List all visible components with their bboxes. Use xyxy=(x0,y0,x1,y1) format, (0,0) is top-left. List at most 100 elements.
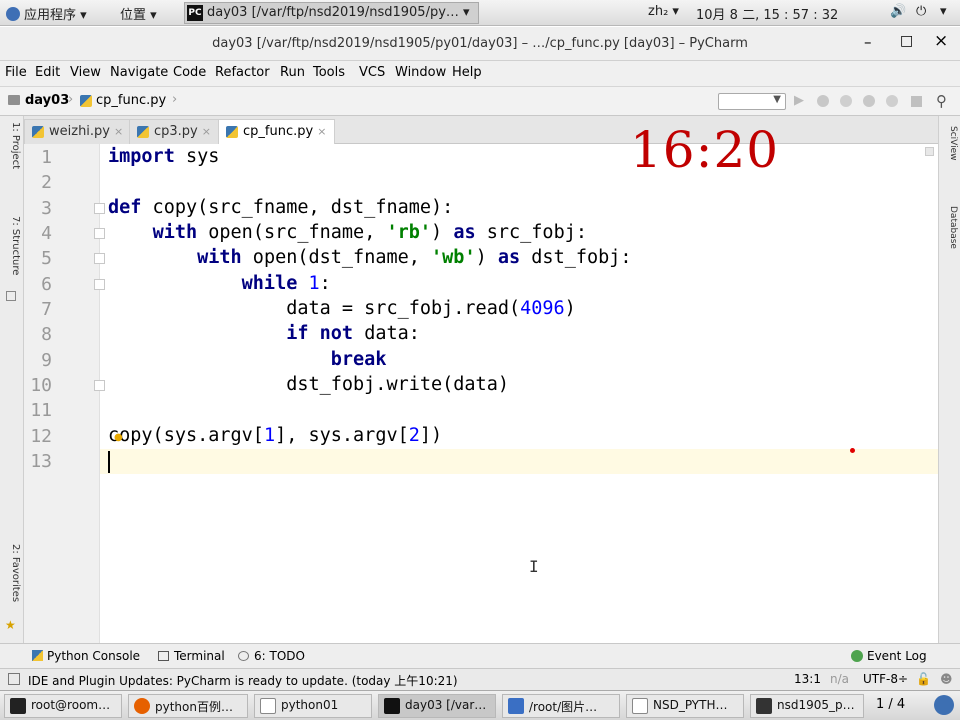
line-number: 4 xyxy=(41,223,52,244)
fold-marker-icon[interactable] xyxy=(94,380,105,391)
menu-help[interactable]: Help xyxy=(452,65,482,80)
chevron-down-icon: ▼ xyxy=(773,94,781,105)
line-number: 11 xyxy=(30,400,52,421)
minimize-button[interactable]: – xyxy=(864,33,872,51)
menu-tools[interactable]: Tools xyxy=(313,65,345,80)
database-tool-button[interactable]: Database xyxy=(942,206,958,264)
task-label: python01 xyxy=(281,698,339,712)
task-python01[interactable]: python01 xyxy=(254,694,372,718)
status-toggle-icon[interactable] xyxy=(8,673,20,685)
maximize-button[interactable]: □ xyxy=(900,33,913,49)
terminal-label: Terminal xyxy=(174,649,225,663)
fold-marker-icon[interactable] xyxy=(94,228,105,239)
stop-icon[interactable] xyxy=(911,96,922,107)
task-pycharm[interactable]: day03 [/var… xyxy=(378,694,496,718)
active-window-button[interactable]: PC day03 [/var/ftp/nsd2019/nsd1905/py… ▾ xyxy=(184,2,479,24)
python-file-icon xyxy=(137,126,149,138)
python-file-icon xyxy=(80,95,92,107)
python-console-button[interactable]: Python Console xyxy=(32,649,140,663)
menu-vcs[interactable]: VCS xyxy=(359,65,385,80)
menu-refactor[interactable]: Refactor xyxy=(215,65,270,80)
task-terminal[interactable]: root@room… xyxy=(4,694,122,718)
search-icon[interactable]: ⚲ xyxy=(936,92,947,110)
code-line: copy(sys.argv[1], sys.argv[2]) xyxy=(108,425,443,446)
workspace-switcher-icon[interactable] xyxy=(934,695,954,715)
tab-label: cp_func.py xyxy=(243,124,314,139)
tab-close-icon[interactable]: × xyxy=(202,125,211,138)
menu-window[interactable]: Window xyxy=(395,65,446,80)
clock[interactable]: 10月 8 二, 15 : 57 : 32 xyxy=(696,4,838,23)
status-message[interactable]: IDE and Plugin Updates: PyCharm is ready… xyxy=(28,672,458,689)
menu-view[interactable]: View xyxy=(70,65,101,80)
code-line: while 1: xyxy=(241,273,331,294)
task-nsd1905[interactable]: nsd1905_p… xyxy=(750,694,864,718)
profile-icon[interactable] xyxy=(863,95,875,107)
tab-label: weizhi.py xyxy=(49,124,110,139)
line-number: 5 xyxy=(41,248,52,269)
menu-navigate[interactable]: Navigate xyxy=(110,65,168,80)
line-number: 2 xyxy=(41,172,52,193)
task-label: NSD_PYTH… xyxy=(653,698,728,712)
coverage-icon[interactable] xyxy=(840,95,852,107)
tab-weizhi[interactable]: weizhi.py × xyxy=(24,119,133,144)
tab-close-icon[interactable]: × xyxy=(114,125,123,138)
debug-icon[interactable] xyxy=(817,95,829,107)
inspection-status-icon[interactable] xyxy=(925,147,934,156)
terminal-button[interactable]: Terminal xyxy=(158,649,225,663)
favorites-tool-button[interactable]: 2: Favorites xyxy=(3,544,21,622)
lock-icon[interactable]: 🔓 xyxy=(916,672,931,686)
system-menu-arrow[interactable]: ▾ xyxy=(940,4,947,19)
line-number: 3 xyxy=(41,198,52,219)
close-button[interactable]: × xyxy=(934,31,948,51)
code-line: break xyxy=(330,349,387,370)
workspace-indicator[interactable]: 1 / 4 xyxy=(876,697,905,712)
pycharm-icon xyxy=(384,698,400,714)
tab-close-icon[interactable]: × xyxy=(317,125,326,138)
fold-marker-icon[interactable] xyxy=(94,253,105,264)
breadcrumb-project[interactable]: day03 xyxy=(25,93,69,108)
fold-marker-icon[interactable] xyxy=(94,203,105,214)
line-number: 10 xyxy=(30,375,52,396)
menu-file[interactable]: File xyxy=(5,65,27,80)
places-menu[interactable]: 位置 ▾ xyxy=(120,4,157,23)
input-method[interactable]: zh₂ ▾ xyxy=(648,4,679,19)
menu-code[interactable]: Code xyxy=(173,65,206,80)
inspector-icon[interactable]: ☻ xyxy=(940,672,953,686)
pycharm-icon: PC xyxy=(187,5,203,21)
event-log-button[interactable]: Event Log xyxy=(851,649,927,663)
tab-cp-func[interactable]: cp_func.py × xyxy=(218,119,336,145)
tab-cp3[interactable]: cp3.py × xyxy=(129,119,220,144)
run-config-select[interactable]: ▼ xyxy=(718,93,786,110)
structure-tool-button[interactable]: 7: Structure xyxy=(3,216,21,292)
python-console-icon xyxy=(32,650,43,661)
fold-marker-icon[interactable] xyxy=(94,279,105,290)
video-icon xyxy=(756,698,772,714)
left-tool-strip: 1: Project 7: Structure 2: Favorites ★ xyxy=(0,116,24,643)
project-tool-button[interactable]: 1: Project xyxy=(3,122,21,202)
power-icon[interactable]: ⏻ xyxy=(916,4,926,19)
task-nsd-python[interactable]: NSD_PYTH… xyxy=(626,694,744,718)
task-firefox[interactable]: python百例… xyxy=(128,694,248,718)
code-line: def copy(src_fname, dst_fname): xyxy=(108,197,454,218)
file-encoding[interactable]: UTF-8÷ xyxy=(863,672,908,686)
breadcrumb-file[interactable]: cp_func.py xyxy=(96,93,166,108)
task-label: root@room… xyxy=(31,698,111,712)
code-line: dst_fobj.write(data) xyxy=(108,374,509,395)
menu-edit[interactable]: Edit xyxy=(35,65,60,80)
line-number: 13 xyxy=(30,451,52,472)
task-image-viewer[interactable]: /root/图片… xyxy=(502,694,620,718)
applications-icon xyxy=(6,7,20,21)
caret-position[interactable]: 13:1 xyxy=(794,672,821,686)
line-number: 6 xyxy=(41,274,52,295)
concurrency-icon[interactable] xyxy=(886,95,898,107)
sciview-tool-button[interactable]: SciView xyxy=(942,126,958,174)
run-icon[interactable]: ▶ xyxy=(794,93,804,108)
terminal-icon xyxy=(10,698,26,714)
tab-label: cp3.py xyxy=(154,124,198,139)
intention-bulb-icon[interactable]: ● xyxy=(114,432,123,443)
mouse-ibeam-icon: I xyxy=(529,557,539,576)
applications-menu[interactable]: 应用程序 ▾ xyxy=(6,4,87,23)
volume-icon[interactable]: 🔊 xyxy=(890,4,906,19)
todo-button[interactable]: 6: TODO xyxy=(238,649,305,663)
menu-run[interactable]: Run xyxy=(280,65,305,80)
